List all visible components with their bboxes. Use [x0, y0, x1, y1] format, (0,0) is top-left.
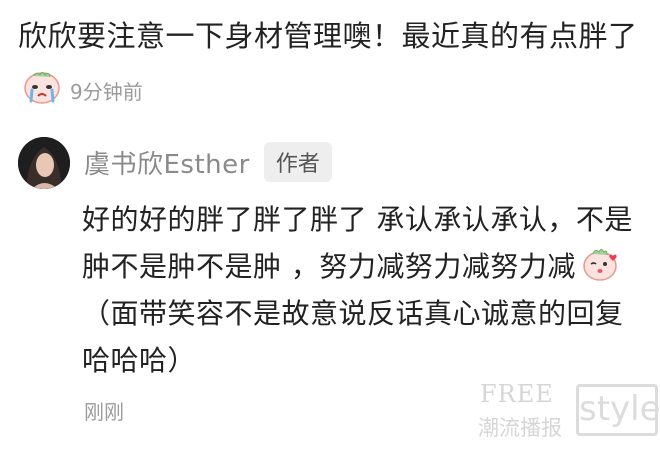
parent-comment-time: 9分钟前 [70, 80, 143, 104]
reply-body-part2: （面带笑容不是故意说反话真心诚意的回复哈哈哈） [82, 297, 624, 377]
parent-comment-body: 欣欣要注意一下身材管理噢！最近真的有点胖了 [18, 19, 638, 53]
watermark: FREE 潮流播报 style [476, 378, 660, 442]
reply-body-part1: 好的好的胖了胖了胖了 承认承认承认，不是肿不是肿不是肿 ，努力减努力减努力减 [82, 203, 633, 283]
author-badge: 作者 [263, 142, 332, 182]
watermark-style: style [576, 384, 660, 436]
watermark-subtitle: 潮流播报 [478, 416, 562, 440]
reply-user-row: 虞书欣Esther 作者 [84, 140, 332, 184]
crying-face-emoji-icon [24, 72, 60, 104]
parent-comment-text: 欣欣要注意一下身材管理噢！最近真的有点胖了 9分钟前 [18, 10, 648, 119]
reply-time: 刚刚 [84, 400, 124, 424]
avatar[interactable] [18, 137, 70, 189]
reply-comment-text: 好的好的胖了胖了胖了 承认承认承认，不是肿不是肿不是肿 ，努力减努力减努力减 （… [82, 196, 637, 384]
avatar-image [18, 137, 70, 189]
username-link[interactable]: 虞书欣Esther [84, 144, 250, 181]
kissing-peach-emoji-icon [583, 249, 617, 281]
watermark-free: FREE [480, 380, 554, 408]
